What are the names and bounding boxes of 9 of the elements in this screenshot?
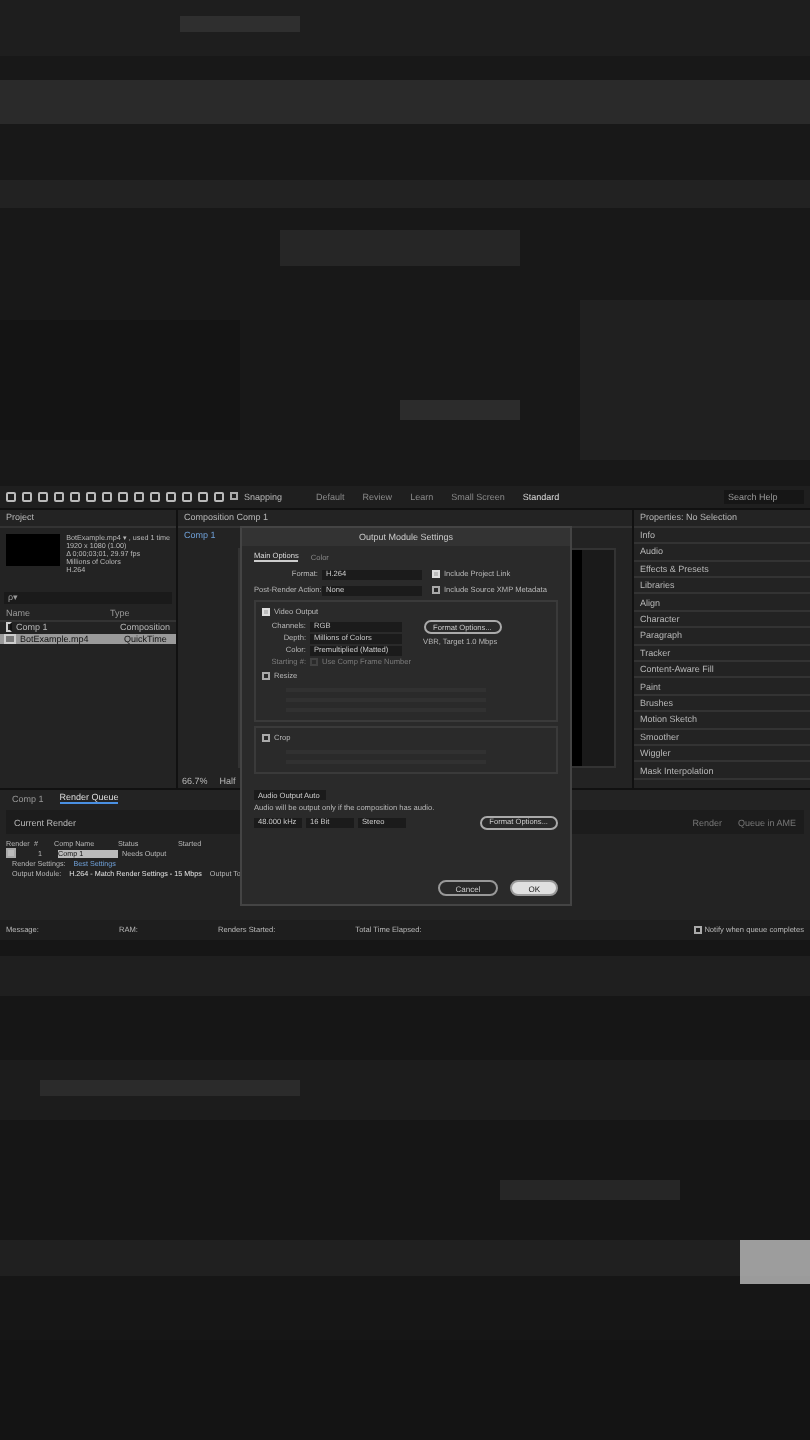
render-checkbox[interactable] [6, 848, 16, 858]
checkbox[interactable] [262, 672, 270, 680]
composition-icon [6, 622, 12, 633]
file-icon [4, 633, 16, 644]
notify-checkbox[interactable] [694, 926, 703, 935]
checkbox[interactable] [432, 586, 440, 594]
checkbox[interactable] [262, 734, 270, 742]
thumbnail [6, 533, 61, 566]
snapping-checkbox[interactable] [230, 492, 238, 501]
